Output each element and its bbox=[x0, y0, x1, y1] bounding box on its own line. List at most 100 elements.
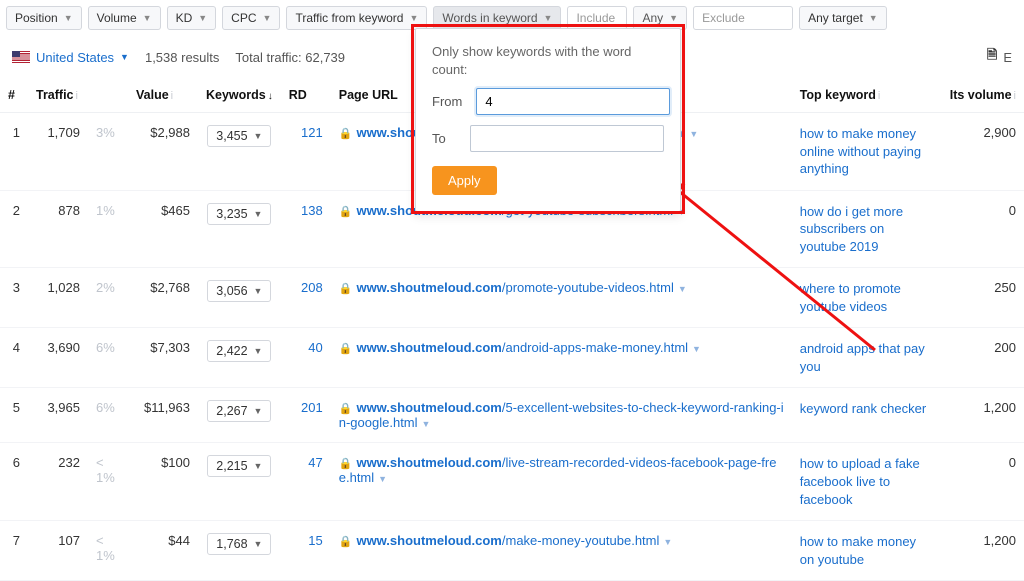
any-target[interactable]: Any target▼ bbox=[799, 6, 887, 30]
row-top-keyword[interactable]: keyword rank checker bbox=[792, 388, 942, 443]
chevron-down-icon: ▼ bbox=[254, 131, 263, 141]
chevron-down-icon: ▼ bbox=[869, 13, 878, 23]
row-traffic: 1,709 bbox=[28, 113, 88, 191]
row-keywords[interactable]: 2,422▼ bbox=[198, 328, 281, 388]
chevron-down-icon: ▼ bbox=[378, 474, 387, 484]
include-mode[interactable]: Any▼ bbox=[633, 6, 687, 30]
lock-icon: 🔒 bbox=[339, 343, 353, 355]
col-value[interactable]: Valuei bbox=[128, 78, 198, 113]
row-number: 2 bbox=[0, 190, 28, 268]
row-top-keyword[interactable]: where to promote youtube videos bbox=[792, 268, 942, 328]
export-label[interactable]: E bbox=[1003, 50, 1012, 65]
row-traffic: 1,028 bbox=[28, 268, 88, 328]
row-traffic: 232 bbox=[28, 443, 88, 521]
chevron-down-icon: ▼ bbox=[254, 539, 263, 549]
row-value: $100 bbox=[128, 443, 198, 521]
row-page-url[interactable]: 🔒www.shoutmeloud.com/make-money-youtube.… bbox=[331, 521, 792, 581]
filter-kd[interactable]: KD▼ bbox=[167, 6, 217, 30]
words-in-keyword-popover: Only show keywords with the word count: … bbox=[415, 28, 681, 210]
lock-icon: 🔒 bbox=[339, 458, 353, 470]
table-row: 53,9656%$11,9632,267▼201🔒www.shoutmeloud… bbox=[0, 388, 1024, 443]
chevron-down-icon: ▼ bbox=[689, 129, 698, 139]
row-keywords[interactable]: 3,235▼ bbox=[198, 190, 281, 268]
row-page-url[interactable]: 🔒www.shoutmeloud.com/promote-youtube-vid… bbox=[331, 268, 792, 328]
info-icon: i bbox=[878, 90, 880, 102]
lock-icon: 🔒 bbox=[339, 403, 353, 415]
row-top-keyword[interactable]: how to upload a fake facebook live to fa… bbox=[792, 443, 942, 521]
chevron-down-icon: ▼ bbox=[692, 344, 701, 354]
row-top-keyword[interactable]: how to make money online without paying … bbox=[792, 113, 942, 191]
row-keywords[interactable]: 3,056▼ bbox=[198, 268, 281, 328]
row-number: 4 bbox=[0, 328, 28, 388]
chevron-down-icon: ▼ bbox=[120, 52, 129, 62]
row-rd[interactable]: 40 bbox=[281, 328, 331, 388]
row-page-url[interactable]: 🔒www.shoutmeloud.com/5-excellent-website… bbox=[331, 388, 792, 443]
row-value: $11,963 bbox=[128, 388, 198, 443]
chevron-down-icon: ▼ bbox=[663, 537, 672, 547]
apply-button[interactable]: Apply bbox=[432, 166, 497, 195]
chevron-down-icon: ▼ bbox=[64, 13, 73, 23]
row-rd[interactable]: 138 bbox=[281, 190, 331, 268]
chevron-down-icon: ▼ bbox=[198, 13, 207, 23]
chevron-down-icon: ▼ bbox=[254, 209, 263, 219]
row-top-keyword[interactable]: how do i get more subscribers on youtube… bbox=[792, 190, 942, 268]
row-traffic: 878 bbox=[28, 190, 88, 268]
to-input[interactable] bbox=[470, 125, 664, 152]
col-rd[interactable]: RD bbox=[281, 78, 331, 113]
row-rd[interactable]: 208 bbox=[281, 268, 331, 328]
row-traffic-pct: < 1% bbox=[88, 443, 128, 521]
from-input[interactable] bbox=[476, 88, 670, 115]
row-number: 1 bbox=[0, 113, 28, 191]
col-traffic[interactable]: Traffici bbox=[28, 78, 88, 113]
col-top-keyword[interactable]: Top keywordi bbox=[792, 78, 942, 113]
row-top-keyword[interactable]: how to make money on youtube bbox=[792, 521, 942, 581]
row-its-volume: 2,900 bbox=[942, 113, 1024, 191]
to-label: To bbox=[432, 131, 456, 146]
chevron-down-icon: ▼ bbox=[678, 284, 687, 294]
exclude-input[interactable]: Exclude bbox=[693, 6, 793, 30]
lock-icon: 🔒 bbox=[339, 536, 353, 548]
chevron-down-icon: ▼ bbox=[422, 419, 431, 429]
popover-card: Only show keywords with the word count: … bbox=[415, 28, 681, 212]
row-rd[interactable]: 121 bbox=[281, 113, 331, 191]
filter-position[interactable]: Position▼ bbox=[6, 6, 82, 30]
row-keywords[interactable]: 1,768▼ bbox=[198, 521, 281, 581]
row-rd[interactable]: 15 bbox=[281, 521, 331, 581]
row-rd[interactable]: 47 bbox=[281, 443, 331, 521]
chevron-down-icon: ▼ bbox=[263, 13, 272, 23]
lock-icon: 🔒 bbox=[339, 206, 353, 218]
row-its-volume: 0 bbox=[942, 190, 1024, 268]
chevron-down-icon: ▼ bbox=[143, 13, 152, 23]
filter-traffic-from-keyword[interactable]: Traffic from keyword▼ bbox=[286, 6, 427, 30]
col-number[interactable]: # bbox=[0, 78, 28, 113]
row-traffic-pct: 2% bbox=[88, 268, 128, 328]
row-value: $44 bbox=[128, 521, 198, 581]
info-icon: i bbox=[171, 90, 173, 102]
export-icon[interactable]: 🗎 bbox=[987, 46, 997, 68]
row-rd[interactable]: 201 bbox=[281, 388, 331, 443]
row-keywords[interactable]: 3,455▼ bbox=[198, 113, 281, 191]
table-row: 6232< 1%$1002,215▼47🔒www.shoutmeloud.com… bbox=[0, 443, 1024, 521]
chevron-down-icon: ▼ bbox=[544, 13, 553, 23]
us-flag-icon bbox=[12, 51, 30, 63]
row-number: 3 bbox=[0, 268, 28, 328]
row-traffic: 3,690 bbox=[28, 328, 88, 388]
chevron-down-icon: ▼ bbox=[254, 346, 263, 356]
row-page-url[interactable]: 🔒www.shoutmeloud.com/android-apps-make-m… bbox=[331, 328, 792, 388]
row-keywords[interactable]: 2,215▼ bbox=[198, 443, 281, 521]
country-select[interactable]: United States ▼ bbox=[12, 50, 129, 65]
filter-words-in-keyword[interactable]: Words in keyword▼ bbox=[433, 6, 561, 30]
include-input[interactable]: Include bbox=[567, 6, 627, 30]
col-keywords[interactable]: Keywords↓ bbox=[198, 78, 281, 113]
info-icon: i bbox=[1014, 90, 1016, 102]
col-its-volume[interactable]: Its volumei bbox=[942, 78, 1024, 113]
row-value: $2,768 bbox=[128, 268, 198, 328]
filter-cpc[interactable]: CPC▼ bbox=[222, 6, 280, 30]
row-page-url[interactable]: 🔒www.shoutmeloud.com/live-stream-recorde… bbox=[331, 443, 792, 521]
row-keywords[interactable]: 2,267▼ bbox=[198, 388, 281, 443]
row-number: 7 bbox=[0, 521, 28, 581]
row-value: $465 bbox=[128, 190, 198, 268]
row-its-volume: 250 bbox=[942, 268, 1024, 328]
row-top-keyword[interactable]: android apps that pay you bbox=[792, 328, 942, 388]
filter-volume[interactable]: Volume▼ bbox=[88, 6, 161, 30]
